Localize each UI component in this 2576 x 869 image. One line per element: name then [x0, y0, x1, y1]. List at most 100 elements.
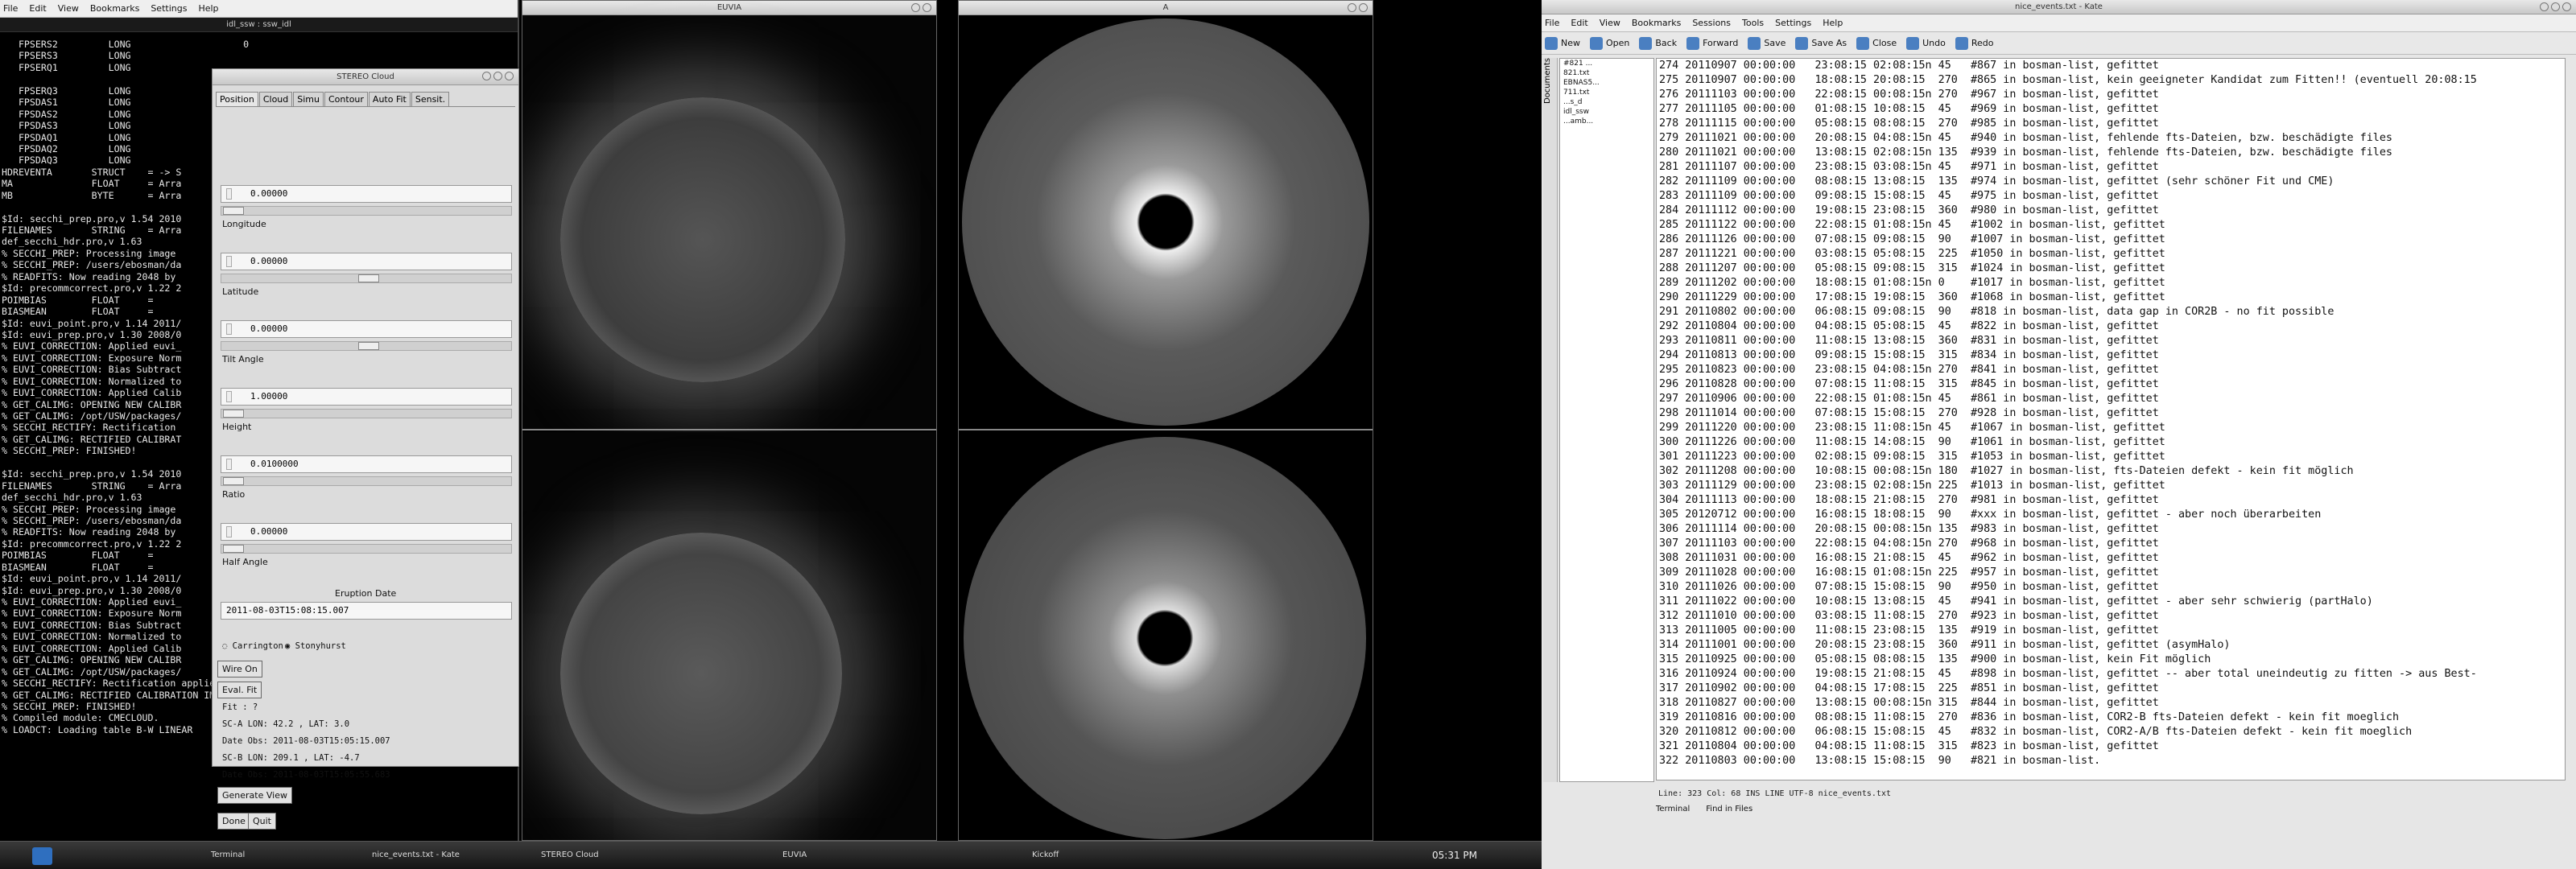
- document-item[interactable]: idl_ssw: [1560, 107, 1653, 117]
- menu-view[interactable]: View: [58, 3, 79, 14]
- spin-arrows-icon[interactable]: [226, 391, 232, 402]
- done-button[interactable]: Done: [217, 813, 250, 830]
- cor-window[interactable]: A: [958, 0, 1373, 841]
- slider-latitude[interactable]: [221, 274, 512, 283]
- menu-bookmarks[interactable]: Bookmarks: [90, 3, 139, 14]
- slider-knob[interactable]: [223, 545, 244, 553]
- terminal-tab[interactable]: Terminal: [1656, 805, 1690, 813]
- kate-menu-file[interactable]: File: [1545, 18, 1559, 28]
- kate-menu-edit[interactable]: Edit: [1571, 18, 1587, 28]
- menu-edit[interactable]: Edit: [29, 3, 46, 14]
- toolbar-forward-button[interactable]: Forward: [1686, 36, 1738, 50]
- maximize-icon[interactable]: [2551, 2, 2560, 11]
- cor-image-top[interactable]: [959, 15, 1373, 430]
- document-item[interactable]: 711.txt: [1560, 88, 1653, 97]
- minimize-icon[interactable]: [482, 72, 491, 80]
- toolbar-save-button[interactable]: Save: [1748, 36, 1785, 50]
- euvi-image-bottom[interactable]: [522, 432, 936, 840]
- spin-arrows-icon[interactable]: [226, 188, 232, 200]
- slider-half-angle[interactable]: [221, 544, 512, 554]
- slider-height[interactable]: [221, 409, 512, 418]
- menu-file[interactable]: File: [3, 3, 18, 14]
- slider-knob[interactable]: [358, 342, 379, 350]
- field-latitude[interactable]: 0.00000: [221, 253, 512, 270]
- field-longitude[interactable]: 0.00000: [221, 185, 512, 203]
- slider-knob[interactable]: [223, 207, 244, 215]
- find-in-files-tab[interactable]: Find in Files: [1706, 805, 1752, 813]
- radio-stonyhurst[interactable]: ◉ Stonyhurst: [285, 641, 346, 651]
- terminal-tab[interactable]: idl_ssw : ssw_idl: [0, 18, 518, 32]
- maximize-icon[interactable]: [1348, 3, 1356, 12]
- document-item[interactable]: #821 ...: [1560, 59, 1653, 68]
- field-height[interactable]: 1.00000: [221, 388, 512, 406]
- tab-cloud[interactable]: Cloud: [258, 92, 293, 106]
- toolbar-back-button[interactable]: Back: [1639, 36, 1677, 50]
- eval-fit-button[interactable]: Eval. Fit: [217, 682, 262, 698]
- wire-on-button[interactable]: Wire On: [217, 661, 262, 677]
- kate-window[interactable]: nice_events.txt - Kate File Edit View Bookm…: [1542, 0, 2576, 869]
- task-kickoff[interactable]: Kickoff: [1014, 847, 1063, 865]
- close-icon[interactable]: [505, 72, 514, 80]
- spin-arrows-icon[interactable]: [226, 256, 232, 267]
- slider-knob[interactable]: [358, 274, 379, 282]
- toolbar-close-button[interactable]: Close: [1856, 36, 1897, 50]
- cor-image-bottom[interactable]: [959, 432, 1373, 840]
- tab-simu[interactable]: Simu: [293, 92, 324, 106]
- slider-longitude[interactable]: [221, 206, 512, 216]
- field-half-angle[interactable]: 0.00000: [221, 523, 512, 541]
- eruption-date-field[interactable]: 2011-08-03T15:08:15.007: [221, 602, 512, 620]
- slider-tilt-angle[interactable]: [221, 341, 512, 351]
- slider-knob[interactable]: [223, 410, 244, 418]
- dialog-titlebar[interactable]: STEREO Cloud: [213, 69, 518, 85]
- tab-contour[interactable]: Contour: [324, 92, 368, 106]
- euvi-titlebar[interactable]: EUVIA: [522, 1, 936, 15]
- document-item[interactable]: EBNAS5...: [1560, 78, 1653, 88]
- minimize-icon[interactable]: [2540, 2, 2549, 11]
- toolbar-redo-button[interactable]: Redo: [1955, 36, 1994, 50]
- tab-sensit[interactable]: Sensit.: [411, 92, 450, 106]
- documents-tab[interactable]: Documents: [1543, 58, 1552, 109]
- spin-arrows-icon[interactable]: [226, 459, 232, 470]
- close-icon[interactable]: [1359, 3, 1368, 12]
- kate-menu-bookmarks[interactable]: Bookmarks: [1632, 18, 1681, 28]
- kate-menu-sessions[interactable]: Sessions: [1692, 18, 1731, 28]
- kate-menu-settings[interactable]: Settings: [1775, 18, 1811, 28]
- stereo-cloud-dialog[interactable]: STEREO Cloud Position Cloud Simu Contour…: [212, 68, 519, 830]
- toolbar-new-button[interactable]: New: [1545, 36, 1580, 50]
- task-stereo[interactable]: STEREO Cloud: [523, 847, 604, 865]
- euvi-image-top[interactable]: [522, 15, 936, 430]
- kate-titlebar[interactable]: nice_events.txt - Kate: [1542, 0, 2576, 14]
- kate-menu-help[interactable]: Help: [1823, 18, 1843, 28]
- task-euvia[interactable]: EUVIA: [765, 847, 811, 865]
- toolbar-open-button[interactable]: Open: [1590, 36, 1629, 50]
- euvi-window[interactable]: EUVIA: [522, 0, 937, 841]
- generate-view-button[interactable]: Generate View: [217, 787, 292, 804]
- document-item[interactable]: 821.txt: [1560, 68, 1653, 78]
- close-icon[interactable]: [923, 3, 931, 12]
- kickoff-menu-icon[interactable]: [32, 847, 52, 865]
- spin-arrows-icon[interactable]: [226, 526, 232, 537]
- document-item[interactable]: ...s_d: [1560, 97, 1653, 107]
- tab-auto-fit[interactable]: Auto Fit: [368, 92, 411, 106]
- tab-position[interactable]: Position: [216, 92, 258, 106]
- task-terminal[interactable]: Terminal: [193, 847, 250, 865]
- clock[interactable]: 05:31 PM: [1432, 850, 1477, 861]
- document-item[interactable]: ...amb...: [1560, 117, 1653, 126]
- radio-carrington[interactable]: ◌ Carrington: [222, 641, 283, 651]
- spin-arrows-icon[interactable]: [226, 323, 232, 335]
- field-tilt-angle[interactable]: 0.00000: [221, 320, 512, 338]
- toolbar-save-as-button[interactable]: Save As: [1795, 36, 1847, 50]
- document-list[interactable]: #821 ... 821.txt EBNAS5... 711.txt ...s_d idl…: [1559, 58, 1654, 782]
- close-icon[interactable]: [2562, 2, 2571, 11]
- slider-knob[interactable]: [223, 477, 244, 485]
- menu-help[interactable]: Help: [198, 3, 218, 14]
- field-ratio[interactable]: 0.0100000: [221, 455, 512, 473]
- maximize-icon[interactable]: [911, 3, 920, 12]
- task-kate[interactable]: nice_events.txt - Kate: [354, 847, 464, 865]
- quit-button[interactable]: Quit: [248, 813, 276, 830]
- cor-titlebar[interactable]: A: [959, 1, 1373, 15]
- text-editor[interactable]: 274 20110907 00:00:00 23:08:15 02:08:15n…: [1656, 58, 2566, 780]
- kate-menu-tools[interactable]: Tools: [1742, 18, 1764, 28]
- maximize-icon[interactable]: [493, 72, 502, 80]
- slider-ratio[interactable]: [221, 476, 512, 486]
